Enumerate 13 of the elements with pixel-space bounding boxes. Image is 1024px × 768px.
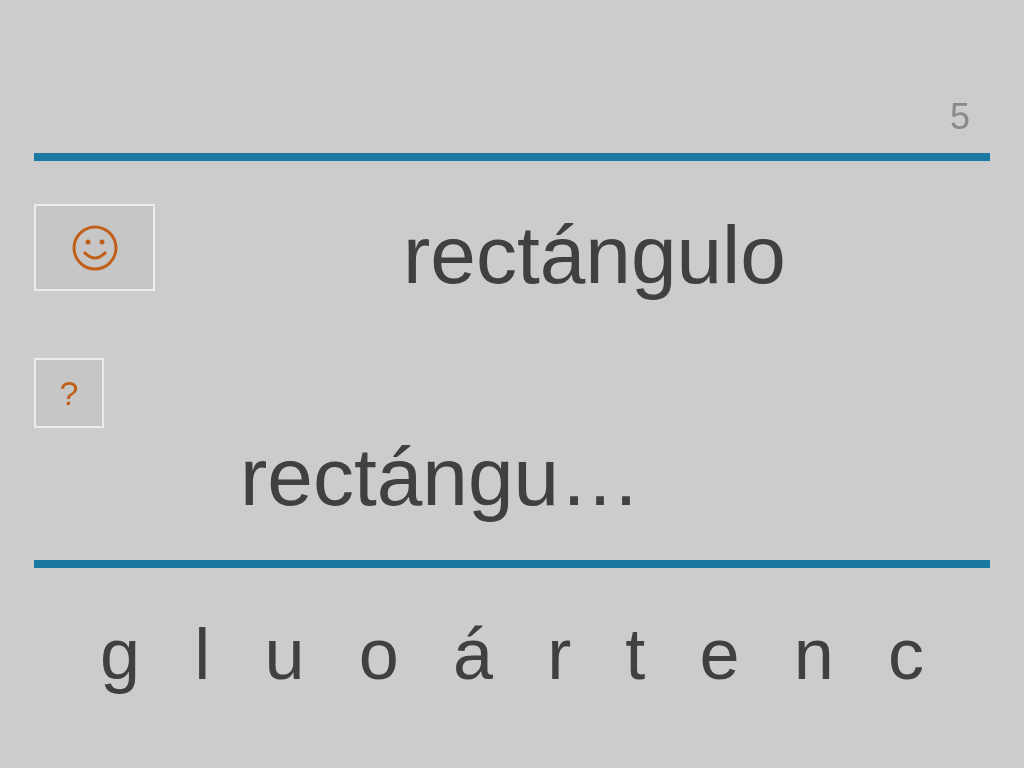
letter-tile[interactable]: á [452, 618, 493, 690]
smiley-button[interactable] [34, 204, 155, 291]
letter-tile[interactable]: n [793, 618, 834, 690]
letter-tile[interactable]: r [547, 618, 572, 690]
letter-tile[interactable]: c [887, 618, 924, 690]
smiley-icon [70, 223, 119, 272]
answer-text: rectángu… [240, 431, 642, 522]
letter-tile[interactable]: o [358, 618, 399, 690]
letter-tile[interactable]: l [194, 618, 211, 690]
letter-tile[interactable]: e [699, 618, 740, 690]
page-number: 5 [949, 99, 970, 135]
letter-tile[interactable]: u [264, 618, 305, 690]
letter-tile[interactable]: t [625, 618, 646, 690]
